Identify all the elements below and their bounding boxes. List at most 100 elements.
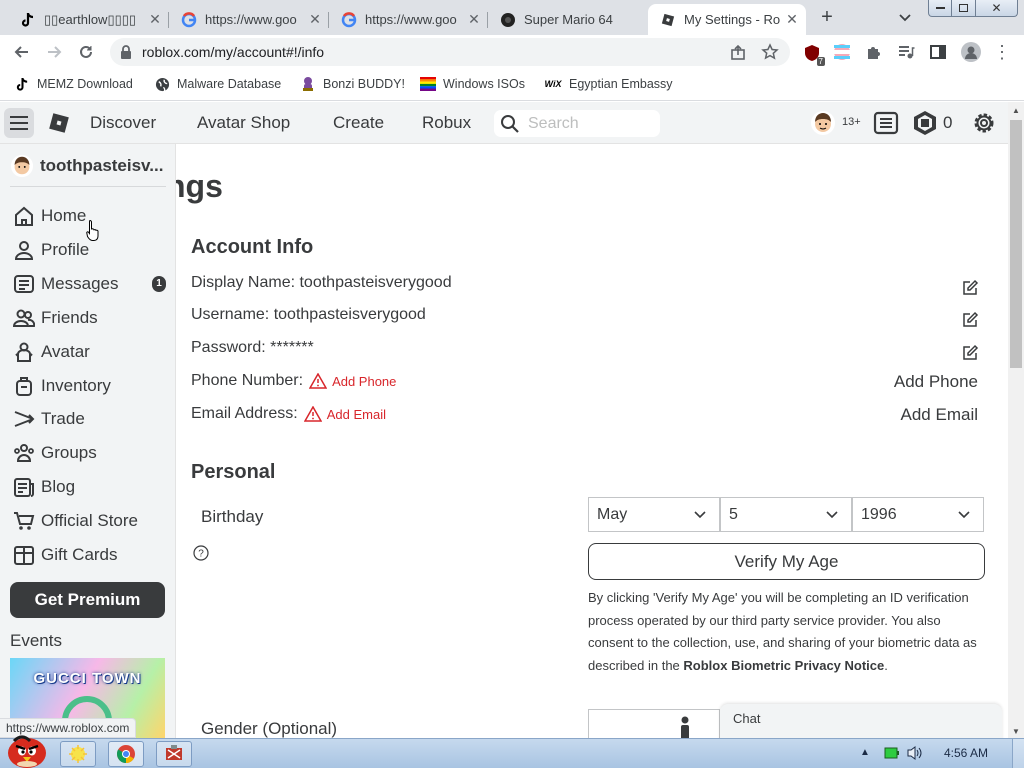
extensions-puzzle-icon[interactable] bbox=[864, 42, 884, 62]
reload-icon[interactable] bbox=[76, 42, 96, 62]
display-name-value: toothpasteisverygood bbox=[299, 274, 452, 291]
sidebar-item-official-store[interactable]: Official Store bbox=[12, 509, 138, 533]
scroll-down-icon[interactable]: ▼ bbox=[1012, 727, 1020, 736]
browser-tab[interactable]: ▯▯earthlow▯▯▯▯ ✕ bbox=[8, 4, 169, 35]
pride-extension-icon[interactable] bbox=[832, 42, 852, 62]
help-icon[interactable]: ? bbox=[193, 545, 209, 561]
close-icon[interactable]: ✕ bbox=[466, 11, 482, 28]
email-warning: Add Email bbox=[303, 406, 386, 422]
bookmark-item[interactable]: Bonzi BUDDY! bbox=[300, 76, 405, 92]
tab-title: ▯▯earthlow▯▯▯▯ bbox=[44, 11, 137, 27]
taskbar-explorer-button[interactable] bbox=[60, 741, 96, 767]
volume-icon[interactable] bbox=[906, 745, 924, 761]
roblox-logo-icon[interactable] bbox=[48, 112, 70, 134]
close-icon[interactable]: ✕ bbox=[307, 11, 323, 28]
scrollbar-thumb[interactable] bbox=[1010, 120, 1022, 368]
close-window-button[interactable]: ✕ bbox=[976, 0, 1018, 17]
event-banner-text: GUCCI TOWN bbox=[33, 670, 142, 687]
birth-month-select[interactable]: May bbox=[588, 497, 720, 532]
sidebar-user[interactable]: toothpasteisv... bbox=[10, 154, 172, 178]
sidebar-item-trade[interactable]: Trade bbox=[12, 407, 85, 431]
birth-year-select[interactable]: 1996 bbox=[852, 497, 984, 532]
restore-button[interactable] bbox=[952, 0, 976, 17]
chat-panel[interactable]: Chat bbox=[720, 704, 1002, 738]
tiktok-icon bbox=[14, 76, 30, 92]
password-label: Password: bbox=[191, 339, 266, 356]
user-avatar-icon[interactable] bbox=[810, 110, 836, 136]
star-icon[interactable] bbox=[760, 42, 780, 62]
bookmark-item[interactable]: WiX Egyptian Embassy bbox=[544, 76, 673, 92]
robux-count: 0 bbox=[943, 113, 953, 132]
show-desktop-button[interactable] bbox=[1012, 739, 1024, 768]
media-control-icon[interactable] bbox=[896, 42, 916, 62]
browser-tab[interactable]: https://www.goo ✕ bbox=[169, 4, 329, 35]
roblox-header: Discover Avatar Shop Create Robux Search… bbox=[0, 102, 1008, 144]
sidebar-item-friends[interactable]: Friends bbox=[12, 306, 98, 330]
robux-icon[interactable] bbox=[912, 110, 938, 136]
chevron-down-icon[interactable] bbox=[896, 8, 914, 26]
edit-username-icon[interactable] bbox=[961, 311, 979, 329]
verify-age-description: By clicking 'Verify My Age' you will be … bbox=[588, 587, 983, 677]
browser-tab[interactable]: https://www.goo ✕ bbox=[329, 4, 488, 35]
share-icon[interactable] bbox=[728, 43, 748, 63]
close-icon[interactable]: ✕ bbox=[147, 11, 163, 28]
verify-age-button[interactable]: Verify My Age bbox=[588, 543, 985, 580]
close-icon[interactable]: ✕ bbox=[784, 11, 800, 28]
browser-tab-strip: ▯▯earthlow▯▯▯▯ ✕ https://www.goo ✕ https… bbox=[0, 0, 1024, 35]
gender-option-male[interactable] bbox=[588, 709, 720, 738]
search-box[interactable]: Search bbox=[494, 110, 660, 137]
sidebar-item-profile[interactable]: Profile bbox=[12, 238, 89, 262]
hamburger-menu-icon[interactable] bbox=[4, 108, 34, 138]
back-arrow-icon[interactable] bbox=[12, 42, 32, 62]
app-icon bbox=[166, 745, 182, 760]
forward-arrow-icon[interactable] bbox=[44, 42, 64, 62]
search-icon[interactable] bbox=[500, 114, 520, 134]
page-scrollbar[interactable]: ▲ ▼ bbox=[1008, 102, 1024, 738]
browser-tab[interactable]: Super Mario 64 bbox=[488, 4, 646, 35]
scroll-up-icon[interactable]: ▲ bbox=[1012, 106, 1020, 115]
browser-tab-active[interactable]: My Settings - Ro ✕ bbox=[648, 4, 806, 35]
ublock-extension-icon[interactable]: 7 bbox=[801, 42, 825, 66]
sidebar-item-gift-cards[interactable]: Gift Cards bbox=[12, 543, 118, 567]
battery-icon[interactable] bbox=[884, 746, 900, 760]
sidebar-item-blog[interactable]: Blog bbox=[12, 475, 75, 499]
male-icon bbox=[681, 716, 689, 738]
nav-robux[interactable]: Robux bbox=[422, 113, 471, 133]
birth-year-value: 1996 bbox=[861, 505, 897, 523]
sidebar-item-home[interactable]: Home bbox=[12, 204, 86, 228]
bookmark-label: Malware Database bbox=[177, 77, 282, 91]
nav-discover[interactable]: Discover bbox=[90, 113, 156, 133]
tray-expand-icon[interactable]: ▲ bbox=[860, 747, 870, 758]
nav-create[interactable]: Create bbox=[333, 113, 384, 133]
bookmark-item[interactable]: MEMZ Download bbox=[14, 76, 133, 92]
profile-avatar-icon[interactable] bbox=[960, 41, 982, 63]
chat-label: Chat bbox=[733, 711, 761, 726]
edit-password-icon[interactable] bbox=[961, 344, 979, 362]
taskbar-app-button[interactable] bbox=[156, 741, 192, 767]
sidebar-item-inventory[interactable]: Inventory bbox=[12, 374, 111, 398]
lock-icon[interactable] bbox=[120, 45, 132, 59]
sidebar-item-groups[interactable]: Groups bbox=[12, 441, 97, 465]
add-email-button[interactable]: Add Email bbox=[901, 405, 978, 425]
biometric-privacy-link[interactable]: Roblox Biometric Privacy Notice bbox=[683, 658, 884, 673]
birth-day-select[interactable]: 5 bbox=[720, 497, 852, 532]
sidebar-item-avatar[interactable]: Avatar bbox=[12, 340, 90, 364]
bookmark-item[interactable]: Windows ISOs bbox=[420, 76, 525, 92]
side-panel-icon[interactable] bbox=[928, 42, 948, 62]
address-bar[interactable]: roblox.com/my/account#!/info bbox=[110, 38, 790, 66]
add-phone-button[interactable]: Add Phone bbox=[894, 372, 978, 392]
sidebar-item-messages[interactable]: Messages 1 bbox=[12, 272, 166, 296]
edit-display-name-icon[interactable] bbox=[961, 279, 979, 297]
start-button[interactable] bbox=[4, 733, 50, 768]
bookmark-label: Bonzi BUDDY! bbox=[323, 77, 405, 91]
get-premium-button[interactable]: Get Premium bbox=[10, 582, 165, 618]
taskbar-chrome-button[interactable] bbox=[108, 741, 144, 767]
notifications-list-icon[interactable] bbox=[873, 111, 899, 135]
gear-icon[interactable] bbox=[971, 110, 997, 136]
minimize-button[interactable] bbox=[928, 0, 952, 17]
kebab-menu-icon[interactable]: ⋮ bbox=[993, 42, 1011, 62]
nav-avatar-shop[interactable]: Avatar Shop bbox=[197, 113, 290, 133]
bookmark-item[interactable]: Malware Database bbox=[154, 76, 281, 92]
chrome-icon bbox=[116, 745, 135, 763]
new-tab-button[interactable]: + bbox=[816, 6, 838, 28]
